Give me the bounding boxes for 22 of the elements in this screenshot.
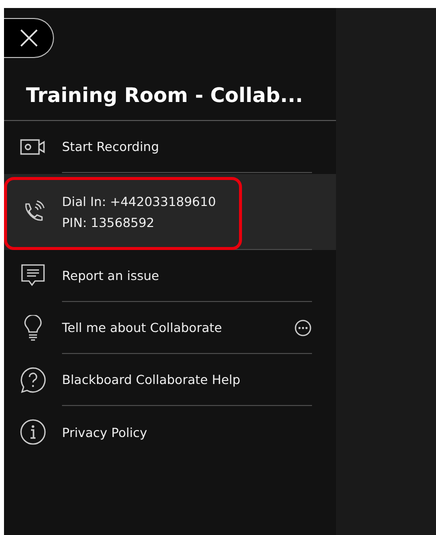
lightbulb-icon xyxy=(24,315,42,341)
close-icon xyxy=(20,29,38,47)
menu-item[interactable]: Blackboard Collaborate Help xyxy=(4,354,336,406)
message-icon xyxy=(21,264,45,288)
close-button[interactable] xyxy=(4,18,54,58)
menu-item[interactable]: Start Recording xyxy=(4,121,336,173)
more-options-icon[interactable] xyxy=(294,318,312,336)
item-label: Report an issue xyxy=(62,268,160,283)
item-label: Blackboard Collaborate Help xyxy=(62,372,242,387)
menu-item[interactable]: Dial In: +442033189610 PIN: 13568592 xyxy=(4,174,336,250)
item-label: Start Recording xyxy=(62,139,160,154)
panel-title: Training Room - Collab... xyxy=(26,82,304,109)
menu-item[interactable]: Tell me about Collaborate xyxy=(4,302,336,354)
menu-item[interactable]: Report an issue xyxy=(4,250,336,302)
item-label: Dial In: +442033189610 xyxy=(62,194,217,208)
item-label: PIN: 13568592 xyxy=(62,214,156,230)
item-label: Privacy Policy xyxy=(62,424,148,440)
info-icon xyxy=(20,419,46,445)
help-icon xyxy=(20,367,46,393)
item-label: Tell me about Collaborate xyxy=(62,320,223,335)
camera-icon xyxy=(20,138,46,156)
menu-item[interactable]: Privacy Policy xyxy=(4,406,336,458)
